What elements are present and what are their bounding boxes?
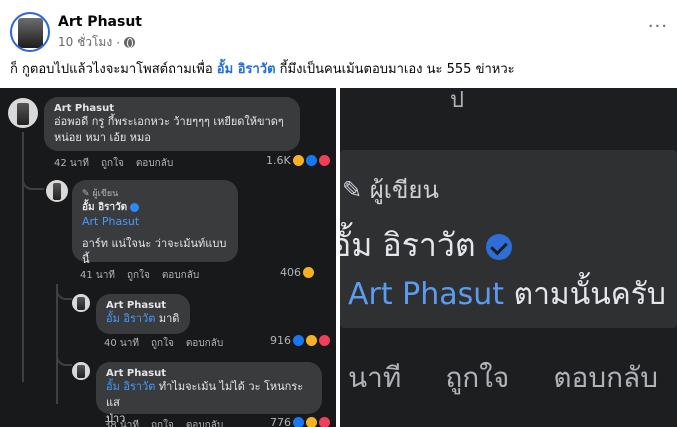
reply-button: ตอบกลับ: [185, 338, 224, 349]
like-button: ถูกใจ: [150, 338, 174, 349]
author-badge: ✎ ผู้เขียน: [82, 189, 119, 199]
verified-icon: [130, 202, 140, 212]
thread-connector: [56, 284, 72, 300]
post-header: Art Phasut 10 ชั่วโมง · ···: [10, 12, 670, 52]
reply-button: ตอบกลับ: [161, 270, 200, 281]
zoom-author-name: อั้ม อิราวัต: [340, 220, 512, 271]
post-meta: 10 ชั่วโมง ·: [58, 33, 136, 52]
zoom-mention: Art Phasut: [348, 277, 505, 312]
comment-text: อ่อพอดี กรู กี้พระเอกหวะ ว้ายๆๆๆ เหยียดใ…: [54, 115, 284, 128]
haha-emoji-icon: [306, 335, 317, 346]
zoom-like: ถูกใจ: [445, 361, 510, 394]
comment-bubble: ✎ ผู้เขียน อั้ม อิราวัต Art Phasut อาร์ท…: [72, 180, 238, 266]
comment-mention[interactable]: อั้ม อิราวัต: [106, 380, 155, 393]
comment-author[interactable]: Art Phasut: [54, 103, 290, 114]
comment-avatar: [72, 294, 90, 312]
zoom-comment-text: Art Phasut ตามนั้นครับ: [348, 277, 666, 312]
comment-avatar: [8, 98, 38, 128]
globe-icon[interactable]: [124, 37, 136, 48]
comment-time: 40 นาที: [104, 338, 139, 349]
thread-line: [22, 132, 24, 382]
haha-emoji-icon: [303, 267, 314, 278]
thread-line: [56, 284, 58, 404]
love-emoji-icon: [318, 155, 330, 166]
zoom-time: นาที: [348, 361, 402, 394]
reaction-count: 916: [270, 334, 330, 347]
zoom-author-badge: ✎ ผู้เขียน: [342, 176, 439, 204]
more-options-icon[interactable]: ···: [648, 16, 668, 37]
comment-author[interactable]: อั้ม อิราวัต: [82, 202, 127, 213]
comment-actions: 40 นาที ถูกใจ ตอบกลับ: [104, 336, 223, 351]
comment-time: 38 นาที: [104, 420, 139, 427]
comment-mention[interactable]: Art Phasut: [82, 215, 228, 228]
post-time[interactable]: 10 ชั่วโมง: [58, 33, 112, 52]
comment-bubble: Art Phasut อั้ม อิราวัต มาดิ: [96, 294, 190, 334]
like-button: ถูกใจ: [126, 270, 150, 281]
love-emoji-icon: [319, 417, 330, 427]
comment-bubble: Art Phasut อ่อพอดี กรู กี้พระเอกหวะ ว้าย…: [44, 97, 300, 151]
verified-icon: [485, 234, 512, 260]
zoomed-comment-image[interactable]: ป ✎ ผู้เขียน อั้ม อิราวัต Art Phasut ตาม…: [340, 88, 677, 427]
comment-text: อาร์ท แน่ใจนะ ว่าจะเม้นท์แบบนี้: [82, 237, 227, 266]
haha-emoji-icon: [306, 417, 317, 427]
like-button: ถูกใจ: [150, 420, 174, 427]
comment-author[interactable]: Art Phasut: [106, 368, 312, 379]
comment-time: 42 นาที: [54, 158, 89, 169]
comment-actions: 38 นาที ถูกใจ ตอบกลับ: [104, 418, 223, 427]
facebook-post: Art Phasut 10 ชั่วโมง · ··· ก็ กูตอบไปแล…: [0, 0, 677, 427]
caption-mention-link[interactable]: อั้ม อิราวัต: [217, 62, 276, 77]
like-emoji-icon: [293, 335, 304, 346]
like-button: ถูกใจ: [100, 158, 124, 169]
comment-author[interactable]: Art Phasut: [106, 300, 180, 311]
reaction-count: 406: [280, 266, 314, 279]
reply-button: ตอบกลับ: [135, 158, 174, 169]
author-avatar[interactable]: [10, 12, 50, 52]
reply-button: ตอบกลับ: [185, 420, 224, 427]
post-author-name[interactable]: Art Phasut: [58, 14, 142, 30]
comment-avatar: [72, 362, 90, 380]
thread-connector: [56, 350, 72, 366]
comment-text: หน่อย หมา เอ้ย หมอ: [54, 131, 151, 144]
post-caption: ก็ กูตอบไปแล้วไงจะมาโพสต์ถามเพื่อ อั้ม อ…: [10, 62, 515, 77]
haha-emoji-icon: [292, 155, 304, 166]
comment-actions: 41 นาที ถูกใจ ตอบกลับ: [80, 268, 199, 283]
like-emoji-icon: [293, 417, 304, 427]
comment-avatar: [46, 180, 68, 202]
zoom-actions: นาที ถูกใจ ตอบกลับ: [348, 356, 658, 400]
comment-thread-image[interactable]: Art Phasut อ่อพอดี กรู กี้พระเอกหวะ ว้าย…: [0, 88, 336, 427]
zoom-reply: ตอบกลับ: [553, 361, 658, 394]
thread-connector: [22, 172, 44, 190]
like-emoji-icon: [305, 155, 317, 166]
reaction-count: 776: [270, 416, 330, 427]
zoom-top-fragment: ป: [450, 88, 464, 113]
love-emoji-icon: [319, 335, 330, 346]
comment-actions: 42 นาที ถูกใจ ตอบกลับ: [54, 156, 173, 171]
comment-bubble: Art Phasut อั้ม อิราวัต ทำไมจะเม้น ไม่ได…: [96, 362, 322, 425]
comment-mention[interactable]: อั้ม อิราวัต: [106, 312, 155, 325]
reaction-count: 1.6K: [266, 154, 330, 167]
comment-time: 41 นาที: [80, 270, 115, 281]
